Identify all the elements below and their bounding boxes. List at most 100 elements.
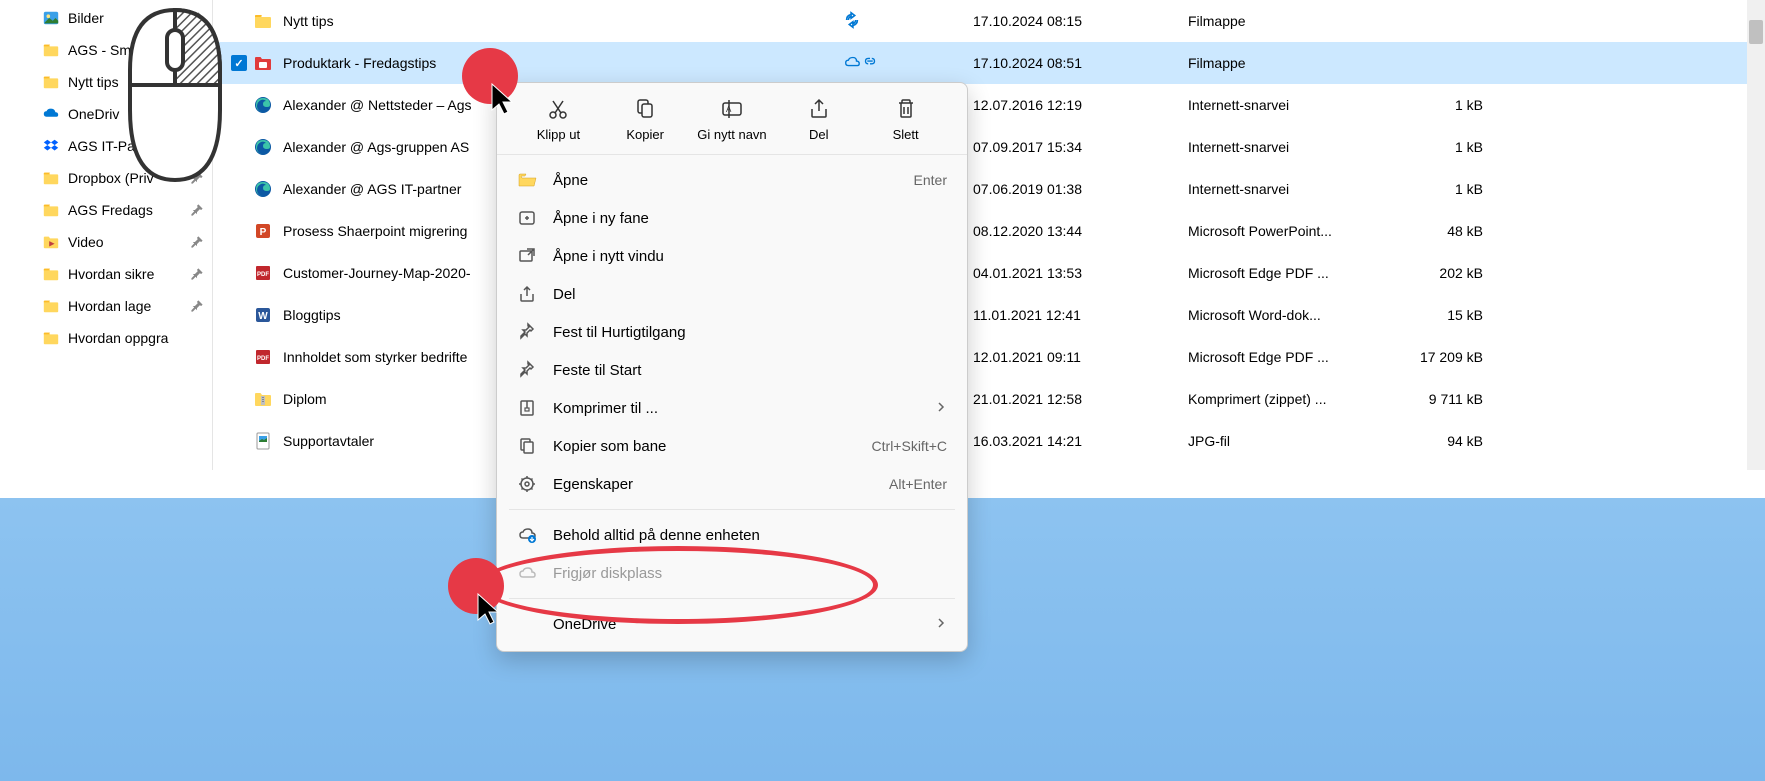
delete-icon [894,97,918,121]
context-menu-item[interactable]: Åpne i nytt vindu [497,237,967,275]
svg-text:A: A [726,105,732,114]
context-menu-item[interactable]: Del [497,275,967,313]
sidebar-item[interactable]: Video [0,226,212,258]
menu-shortcut: Enter [914,172,947,188]
edge-icon [253,179,273,199]
context-menu-item[interactable]: Behold alltid på denne enheten [497,516,967,554]
file-date: 07.09.2017 15:34 [973,139,1188,155]
folder-icon [42,297,60,315]
sidebar-item-label: Hvordan lage [68,298,186,314]
scrollbar-thumb[interactable] [1749,20,1763,44]
file-list: Nytt tips 17.10.2024 08:15 Filmappe Prod… [213,0,1765,470]
folder-icon [42,41,60,59]
context-menu-item[interactable]: Åpne i ny fane [497,199,967,237]
menu-item-label: Komprimer til ... [553,400,935,417]
image-icon [42,9,60,27]
context-menu-item[interactable]: Feste til Start [497,351,967,389]
tool-label: Gi nytt navn [697,127,766,142]
properties-icon [517,474,537,494]
cut-button[interactable]: Klipp ut [523,97,593,142]
copy-path-icon [517,436,537,456]
file-row[interactable]: Diplom 21.01.2021 12:58 Komprimert (zipp… [213,378,1765,420]
tool-label: Klipp ut [537,127,580,142]
sidebar-item-label: AGS Fredags [68,202,186,218]
blank-icon [517,614,537,634]
folder-icon [42,329,60,347]
share-button[interactable]: Del [784,97,854,142]
menu-item-label: Del [553,286,947,303]
svg-text:W: W [258,311,268,322]
pin-icon [190,203,204,217]
copy-button[interactable]: Kopier [610,97,680,142]
cursor-icon [476,592,506,628]
file-date: 08.12.2020 13:44 [973,223,1188,239]
file-type: Internett-snarvei [1188,181,1403,197]
edge-icon [253,137,273,157]
file-row[interactable]: W Bloggtips 11.01.2021 12:41 Microsoft W… [213,294,1765,336]
pin-icon [517,360,537,380]
file-row[interactable]: Produktark - Fredagstips 17.10.2024 08:5… [213,42,1765,84]
tool-label: Slett [893,127,919,142]
svg-text:PDF: PDF [257,272,269,278]
menu-shortcut: Alt+Enter [889,476,947,492]
new-window-icon [517,246,537,266]
cut-icon [546,97,570,121]
menu-shortcut: Ctrl+Skift+C [872,438,947,454]
file-type: Filmappe [1188,55,1403,71]
file-type: Filmappe [1188,13,1403,29]
context-menu-item[interactable]: Komprimer til ... [497,389,967,427]
menu-item-label: Fest til Hurtigtilgang [553,324,947,341]
cloud-icon [517,563,537,583]
file-type: Komprimert (zippet) ... [1188,391,1403,407]
link-icon [861,53,879,74]
context-menu-item[interactable]: Kopier som bane Ctrl+Skift+C [497,427,967,465]
pin-icon [517,322,537,342]
context-menu-item[interactable]: Åpne Enter [497,161,967,199]
file-size: 9 711 kB [1403,391,1503,407]
context-menu-item[interactable]: Egenskaper Alt+Enter [497,465,967,503]
menu-item-label: Åpne i nytt vindu [553,248,947,265]
file-date: 21.01.2021 12:58 [973,391,1188,407]
tool-label: Del [809,127,829,142]
context-menu-item[interactable]: Fest til Hurtigtilgang [497,313,967,351]
file-date: 12.07.2016 12:19 [973,97,1188,113]
file-row[interactable]: Alexander @ AGS IT-partner 07.06.2019 01… [213,168,1765,210]
file-type: Microsoft PowerPoint... [1188,223,1403,239]
file-size: 17 209 kB [1403,349,1503,365]
mouse-illustration [120,0,230,200]
folder-red-icon [253,53,273,73]
tool-label: Kopier [626,127,664,142]
sidebar-item[interactable]: Hvordan sikre [0,258,212,290]
file-row[interactable]: Alexander @ Nettsteder – Ags 12.07.2016 … [213,84,1765,126]
sync-icon [843,11,861,32]
sidebar-item[interactable]: Hvordan lage [0,290,212,322]
file-row[interactable]: Nytt tips 17.10.2024 08:15 Filmappe [213,0,1765,42]
share-icon [807,97,831,121]
svg-text:PDF: PDF [257,356,269,362]
file-row[interactable]: P Prosess Shaerpoint migrering 08.12.202… [213,210,1765,252]
context-menu-item: Frigjør diskplass [497,554,967,592]
file-size: 1 kB [1403,97,1503,113]
cloud-icon [843,53,861,74]
file-row[interactable]: PDF Innholdet som styrker bedrifte 12.01… [213,336,1765,378]
file-row[interactable]: Supportavtaler 16.03.2021 14:21 JPG-fil … [213,420,1765,462]
zip-alt-icon [517,398,537,418]
file-type: Microsoft Word-dok... [1188,307,1403,323]
delete-button[interactable]: Slett [871,97,941,142]
file-row[interactable]: Alexander @ Ags-gruppen AS 07.09.2017 15… [213,126,1765,168]
scrollbar[interactable] [1747,0,1765,470]
onedrive-icon [42,105,60,123]
menu-item-label: Feste til Start [553,362,947,379]
file-name: Nytt tips [283,13,843,29]
file-row[interactable]: PDF Customer-Journey-Map-2020- 04.01.202… [213,252,1765,294]
sidebar-item[interactable]: Hvordan oppgra [0,322,212,354]
pdf-icon: PDF [253,347,273,367]
folder-icon [42,169,60,187]
context-menu-item[interactable]: OneDrive [497,605,967,643]
file-type: Internett-snarvei [1188,139,1403,155]
menu-item-label: Egenskaper [553,476,889,493]
file-checkbox[interactable] [231,55,247,71]
rename-button[interactable]: A Gi nytt navn [697,97,767,142]
file-type: Internett-snarvei [1188,97,1403,113]
new-tab-icon [517,208,537,228]
